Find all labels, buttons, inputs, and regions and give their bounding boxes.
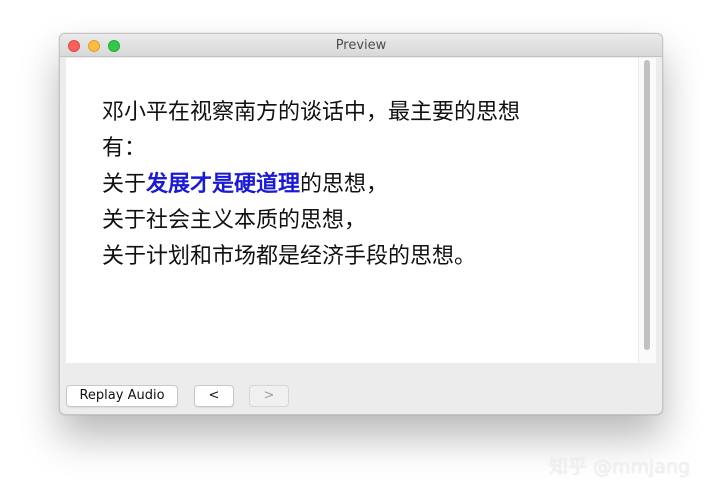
- card-preview-area: 邓小平在视察南方的谈话中，最主要的思想 有： 关于发展才是硬道理的思想， 关于社…: [66, 58, 656, 363]
- card-line-5: 关于计划和市场都是经济手段的思想。: [102, 244, 477, 269]
- line-3-prefix: 关于: [102, 172, 147, 197]
- card-line-4: 关于社会主义本质的思想，: [102, 208, 367, 233]
- screenshot-stage: Preview 邓小平在视察南方的谈话中，最主要的思想 有： 关于发展才是硬道理…: [0, 0, 720, 499]
- preview-window: Preview 邓小平在视察南方的谈话中，最主要的思想 有： 关于发展才是硬道理…: [59, 33, 663, 415]
- watermark: 知乎 @mmjang: [549, 456, 691, 478]
- scrollbar-thumb[interactable]: [644, 60, 650, 350]
- previous-button[interactable]: <: [194, 385, 234, 407]
- card-line-1: 邓小平在视察南方的谈话中，最主要的思想: [102, 100, 521, 125]
- replay-audio-button[interactable]: Replay Audio: [66, 385, 178, 407]
- title-bar[interactable]: Preview: [60, 34, 662, 57]
- card-line-3: 关于发展才是硬道理的思想，: [102, 167, 622, 203]
- card-text: 邓小平在视察南方的谈话中，最主要的思想 有： 关于发展才是硬道理的思想， 关于社…: [102, 95, 622, 275]
- next-button[interactable]: >: [249, 385, 289, 407]
- line-3-suffix: 的思想，: [300, 172, 389, 197]
- card-line-2: 有：: [102, 136, 147, 161]
- highlighted-phrase: 发展才是硬道理: [146, 172, 301, 197]
- window-title: Preview: [335, 38, 387, 53]
